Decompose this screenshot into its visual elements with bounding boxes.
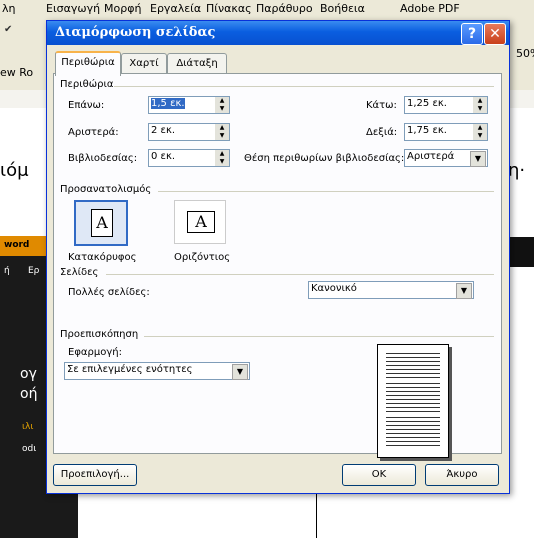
top-label: Επάνω: [68, 100, 105, 111]
dialog-title: Διαμόρφωση σελίδας [55, 25, 216, 40]
ok-button[interactable]: OK [342, 464, 416, 486]
pages-group-label: Σελίδες [60, 267, 103, 278]
chevron-down-icon[interactable]: ▼ [456, 283, 472, 299]
preview-group-label: Προεπισκόπηση [60, 329, 143, 340]
zoom-box[interactable]: 50% [516, 47, 534, 60]
gutter-spinner[interactable]: 0 εκ. ▲ ▼ [148, 149, 230, 167]
background-menubar: λη Εισαγωγή Μορφή Εργαλεία Πίνακας Παράθ… [0, 0, 534, 20]
spin-up-icon[interactable]: ▲ [473, 97, 487, 105]
margins-group-label: Περιθώρια [60, 79, 118, 90]
left-label: Αριστερά: [68, 127, 119, 138]
page-setup-dialog: Διαμόρφωση σελίδας ? ✕ Περιθώρια Χαρτί Δ… [46, 20, 510, 494]
menu-help[interactable]: Βοήθεια [320, 2, 365, 15]
dialog-titlebar[interactable]: Διαμόρφωση σελίδας ? ✕ [47, 21, 509, 45]
left-margin-value: 2 εκ. [151, 125, 176, 136]
spin-down-icon[interactable]: ▼ [215, 105, 229, 113]
menu-file[interactable]: λη [2, 2, 15, 15]
menu-format[interactable]: Μορφή [104, 2, 141, 15]
portrait-page-icon: A [91, 209, 113, 237]
panel-text: ογ [20, 366, 37, 382]
right-label: Δεξιά: [366, 127, 398, 138]
separator [158, 191, 494, 192]
spin-up-icon[interactable]: ▲ [215, 124, 229, 132]
menu-table[interactable]: Πίνακας [206, 2, 252, 15]
chevron-down-icon[interactable]: ▼ [470, 151, 486, 167]
document-text-right: η· [508, 160, 526, 181]
gutter-position-value: Αριστερά [407, 151, 455, 162]
panel-text: οή [20, 386, 38, 402]
spin-down-icon[interactable]: ▼ [473, 105, 487, 113]
panel-text: ιλι [22, 422, 34, 432]
spin-down-icon[interactable]: ▼ [215, 132, 229, 140]
chevron-down-icon[interactable]: ▼ [232, 364, 248, 380]
orientation-group-label: Προσανατολισμός [60, 184, 156, 195]
multiple-pages-select[interactable]: Κανονικό ▼ [308, 281, 474, 299]
help-button[interactable]: ? [461, 23, 483, 45]
right-margin-value: 1,75 εκ. [407, 125, 447, 136]
top-margin-value: 1,5 εκ. [151, 98, 185, 109]
right-margin-spinner[interactable]: 1,75 εκ. ▲ ▼ [404, 123, 488, 141]
bottom-margin-spinner[interactable]: 1,25 εκ. ▲ ▼ [404, 96, 488, 114]
spin-up-icon[interactable]: ▲ [215, 150, 229, 158]
separator [106, 274, 494, 275]
tab-layout[interactable]: Διάταξη [167, 53, 227, 74]
landscape-label: Οριζόντιος [174, 252, 231, 263]
gutter-label: Βιβλιοδεσίας: [68, 153, 138, 164]
apply-to-value: Σε επιλεγμένες ενότητες [67, 364, 193, 375]
menu-tools[interactable]: Εργαλεία [150, 2, 201, 15]
spin-up-icon[interactable]: ▲ [215, 97, 229, 105]
menu-insert[interactable]: Εισαγωγή [46, 2, 100, 15]
bottom-label: Κάτω: [366, 100, 397, 111]
panel-text: οdι [22, 444, 37, 454]
separator [144, 336, 494, 337]
apply-to-select[interactable]: Σε επιλεγμένες ενότητες ▼ [64, 362, 250, 380]
gutter-position-label: Θέση περιθωρίων βιβλιοδεσίας: [244, 153, 405, 164]
menu-adobe-pdf[interactable]: Adobe PDF [400, 2, 460, 15]
close-button[interactable]: ✕ [484, 23, 506, 45]
spellcheck-icon[interactable]: ✔ [4, 24, 12, 35]
document-text-left: ιόμ [0, 160, 29, 181]
panel-text: ή [4, 266, 10, 276]
bottom-margin-value: 1,25 εκ. [407, 98, 447, 109]
menu-window[interactable]: Παράθυρο [256, 2, 313, 15]
portrait-label: Κατακόρυφος [68, 252, 137, 263]
top-margin-spinner[interactable]: 1,5 εκ. ▲ ▼ [148, 96, 230, 114]
cancel-button[interactable]: Άκυρο [425, 464, 499, 486]
style-box[interactable]: ew Ro [0, 66, 33, 79]
spin-up-icon[interactable]: ▲ [473, 124, 487, 132]
spin-down-icon[interactable]: ▼ [215, 158, 229, 166]
background-dark-bar [510, 237, 534, 267]
tab-paper[interactable]: Χαρτί [121, 53, 167, 74]
separator [114, 86, 494, 87]
tab-margins[interactable]: Περιθώρια [55, 51, 121, 76]
panel-title: word [4, 240, 30, 250]
page-preview [377, 344, 449, 458]
spin-down-icon[interactable]: ▼ [473, 132, 487, 140]
panel-text: Ερ [28, 266, 40, 276]
landscape-page-icon: A [187, 211, 215, 233]
multiple-pages-value: Κανονικό [311, 283, 357, 294]
left-margin-spinner[interactable]: 2 εκ. ▲ ▼ [148, 123, 230, 141]
default-button[interactable]: Προεπιλογή... [53, 464, 137, 486]
document-line [316, 490, 317, 538]
multiple-pages-label: Πολλές σελίδες: [68, 287, 150, 298]
landscape-option[interactable]: A [174, 200, 226, 244]
gutter-position-select[interactable]: Αριστερά ▼ [404, 149, 488, 167]
apply-to-label: Εφαρμογή: [68, 347, 122, 358]
gutter-value: 0 εκ. [151, 151, 176, 162]
portrait-option[interactable]: A [74, 200, 128, 246]
